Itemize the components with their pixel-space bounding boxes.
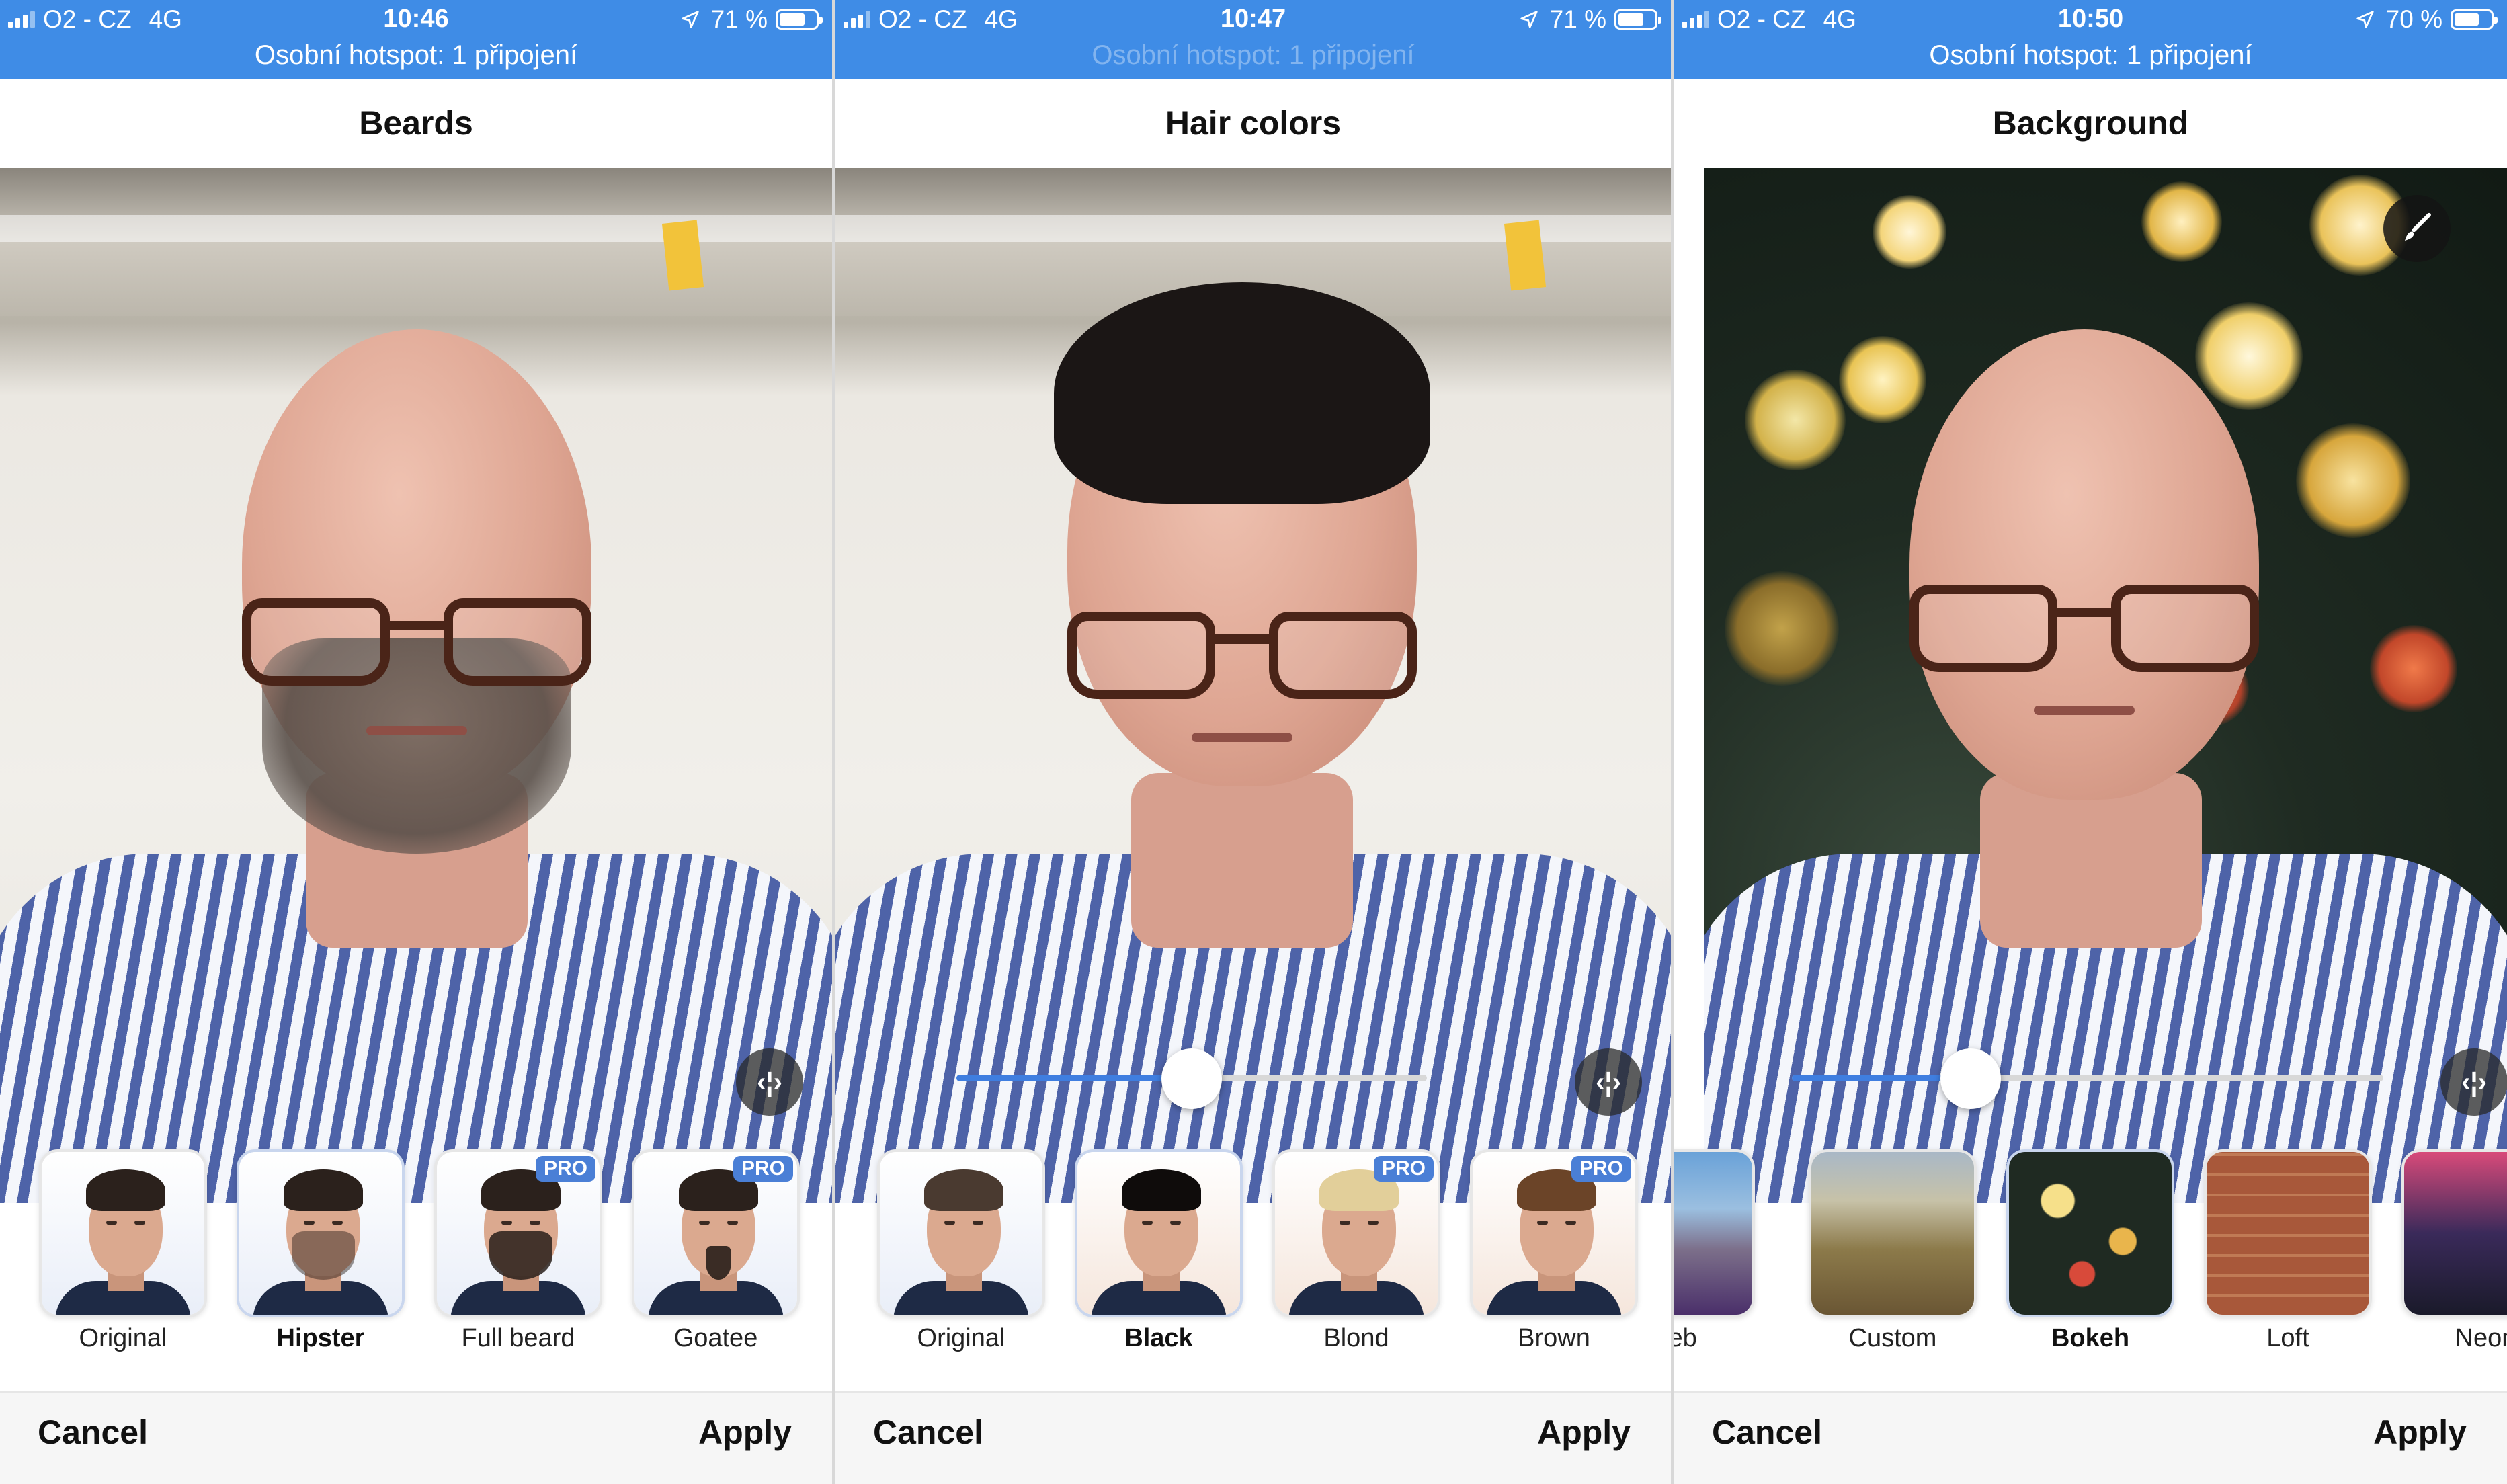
option-web[interactable]: Web	[1674, 1149, 1755, 1352]
option-custom[interactable]: Custom	[1809, 1149, 1977, 1352]
compare-button[interactable]: ‹¦›	[1575, 1048, 1642, 1116]
option-label: Goatee	[673, 1324, 758, 1352]
cancel-button[interactable]: Cancel	[1712, 1413, 1822, 1452]
option-label: Blond	[1323, 1324, 1389, 1352]
status-bar: O2 - CZ 4G 10:46 71 % Osobní hotspot: 1 …	[0, 0, 832, 79]
hotspot-banner[interactable]: Osobní hotspot: 1 připojení	[1674, 40, 2507, 71]
option-thumbnail	[237, 1149, 405, 1317]
apply-button[interactable]: Apply	[2373, 1413, 2467, 1452]
apply-button[interactable]: Apply	[1537, 1413, 1631, 1452]
slider-thumb[interactable]	[1161, 1048, 1222, 1109]
option-label: Neon	[2455, 1324, 2507, 1352]
option-label: Black	[1124, 1324, 1193, 1352]
option-blond[interactable]: PRO Blond	[1272, 1149, 1440, 1352]
option-brown[interactable]: PRO Brown	[1470, 1149, 1638, 1352]
option-neon[interactable]: Neon	[2401, 1149, 2507, 1352]
slider-thumb[interactable]	[1940, 1048, 2002, 1109]
cancel-button[interactable]: Cancel	[38, 1413, 148, 1452]
hotspot-banner[interactable]: Osobní hotspot: 1 připojení	[835, 40, 1671, 71]
option-thumbnail	[877, 1149, 1045, 1317]
screen-title: Hair colors	[1165, 104, 1342, 142]
screen-title: Beards	[359, 104, 473, 142]
nav-bar: Beards	[0, 79, 832, 167]
split-compare-icon: ‹¦›	[1596, 1067, 1621, 1097]
action-bar: Cancel Apply	[835, 1391, 1671, 1484]
intensity-slider[interactable]	[1792, 1048, 2383, 1109]
screen-title: Background	[1992, 104, 2189, 142]
nav-bar: Hair colors	[835, 79, 1671, 167]
option-label: Original	[79, 1324, 167, 1352]
cancel-button[interactable]: Cancel	[873, 1413, 983, 1452]
option-original[interactable]: Original	[39, 1149, 207, 1352]
battery-icon	[776, 9, 823, 30]
pro-badge: PRO	[535, 1156, 595, 1182]
option-label: Original	[917, 1324, 1005, 1352]
option-label: Custom	[1848, 1324, 1937, 1352]
split-compare-icon: ‹¦›	[757, 1067, 782, 1097]
option-thumbnail: PRO	[632, 1149, 800, 1317]
action-bar: Cancel Apply	[0, 1391, 832, 1484]
option-hipster[interactable]: Hipster	[237, 1149, 405, 1352]
hair-colors-screen: O2 - CZ 4G 10:47 71 % Osobní hotspot: 1 …	[835, 0, 1671, 1484]
style-options: Original Hipster PRO Full beard PRO Goat…	[0, 1149, 832, 1378]
split-compare-icon: ‹¦›	[2461, 1067, 2487, 1097]
status-bar: O2 - CZ 4G 10:50 70 % Osobní hotspot: 1 …	[1674, 0, 2507, 79]
option-goatee[interactable]: PRO Goatee	[632, 1149, 800, 1352]
style-options: Original Black PRO Blond PRO Brown	[835, 1149, 1671, 1378]
battery-percent: 70 %	[2385, 5, 2442, 33]
option-original[interactable]: Original	[877, 1149, 1045, 1352]
photo-preview: ‹¦›	[835, 168, 1671, 1203]
option-label: Web	[1674, 1324, 1697, 1352]
option-thumbnail: PRO	[1470, 1149, 1638, 1317]
option-bokeh[interactable]: Bokeh	[2006, 1149, 2174, 1352]
battery-icon	[1614, 9, 1661, 30]
nav-bar: Background	[1674, 79, 2507, 167]
option-thumbnail: PRO	[1272, 1149, 1440, 1317]
option-thumbnail	[2006, 1149, 2174, 1317]
hotspot-banner[interactable]: Osobní hotspot: 1 připojení	[0, 40, 832, 71]
option-black[interactable]: Black	[1075, 1149, 1243, 1352]
battery-percent: 71 %	[1549, 5, 1606, 33]
option-thumbnail	[1809, 1149, 1977, 1317]
action-bar: Cancel Apply	[1674, 1391, 2507, 1484]
apply-button[interactable]: Apply	[698, 1413, 792, 1452]
photo-preview: ‹¦›	[1704, 168, 2507, 1203]
option-full-beard[interactable]: PRO Full beard	[434, 1149, 602, 1352]
option-label: Bokeh	[2051, 1324, 2130, 1352]
pro-badge: PRO	[1373, 1156, 1434, 1182]
option-label: Full beard	[461, 1324, 575, 1352]
location-arrow-icon	[682, 11, 699, 28]
option-loft[interactable]: Loft	[2204, 1149, 2372, 1352]
option-thumbnail	[2204, 1149, 2372, 1317]
option-thumbnail	[39, 1149, 207, 1317]
option-label: Loft	[2266, 1324, 2309, 1352]
brush-icon	[2405, 212, 2431, 241]
compare-button[interactable]: ‹¦›	[2440, 1048, 2507, 1116]
photo-preview: ‹¦›	[0, 168, 832, 1203]
option-thumbnail	[1674, 1149, 1755, 1317]
edit-button[interactable]	[2383, 195, 2451, 262]
option-label: Brown	[1518, 1324, 1590, 1352]
option-label: Hipster	[276, 1324, 365, 1352]
pro-badge: PRO	[733, 1156, 793, 1182]
location-arrow-icon	[2356, 11, 2374, 28]
battery-icon	[2451, 9, 2498, 30]
background-screen: O2 - CZ 4G 10:50 70 % Osobní hotspot: 1 …	[1674, 0, 2507, 1484]
battery-percent: 71 %	[710, 5, 768, 33]
option-thumbnail: PRO	[434, 1149, 602, 1317]
option-thumbnail	[1075, 1149, 1243, 1317]
compare-button[interactable]: ‹¦›	[736, 1048, 803, 1116]
location-arrow-icon	[1520, 11, 1538, 28]
background-options: Web Custom Bokeh Loft Neon	[1674, 1149, 2507, 1378]
status-bar: O2 - CZ 4G 10:47 71 % Osobní hotspot: 1 …	[835, 0, 1671, 79]
beards-screen: O2 - CZ 4G 10:46 71 % Osobní hotspot: 1 …	[0, 0, 832, 1484]
pro-badge: PRO	[1571, 1156, 1631, 1182]
intensity-slider[interactable]	[956, 1048, 1427, 1109]
option-thumbnail	[2401, 1149, 2507, 1317]
